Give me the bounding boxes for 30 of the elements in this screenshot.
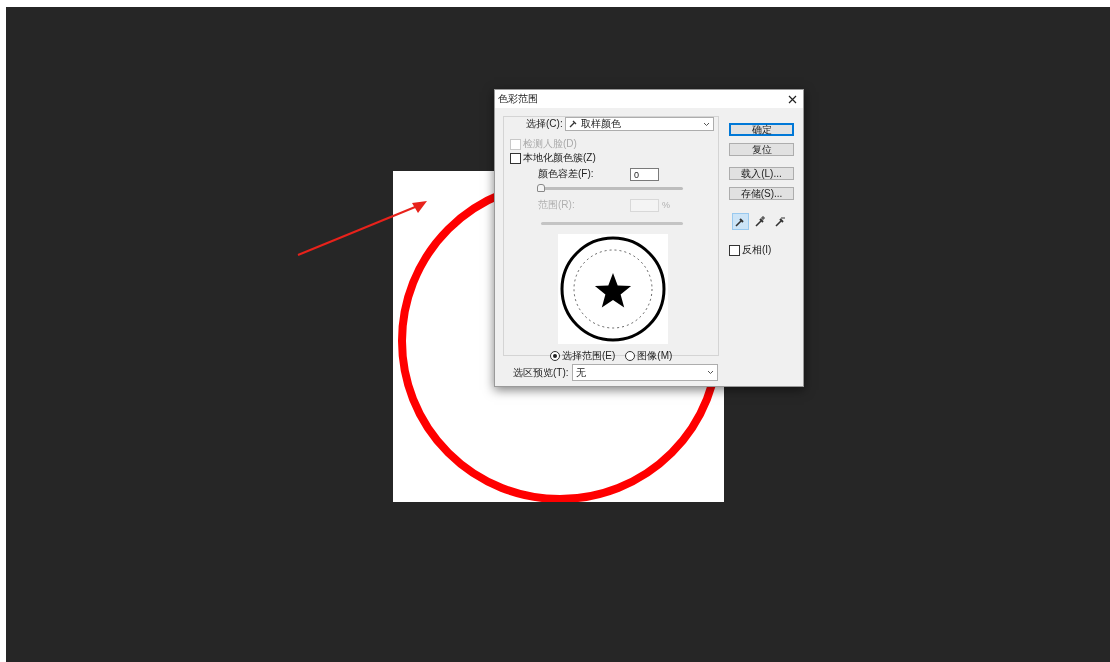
- percent-label: %: [662, 200, 670, 210]
- radio-button[interactable]: [625, 351, 636, 361]
- dialog-button[interactable]: 载入(L)...: [729, 167, 794, 180]
- dialog-button[interactable]: 确定: [729, 123, 794, 136]
- checkbox-label: 本地化颜色簇(Z): [523, 151, 596, 165]
- checkbox[interactable]: [729, 244, 740, 256]
- radio-label: 图像(M): [637, 349, 673, 363]
- radio-button[interactable]: [550, 351, 560, 361]
- select-label: 选择(C):: [526, 117, 563, 131]
- chevron-down-icon: [703, 121, 710, 127]
- slider-thumb[interactable]: [537, 184, 545, 192]
- eyedropper-tool[interactable]: [732, 213, 749, 230]
- eyedropper-icon: [774, 215, 787, 228]
- fuzziness-label: 颜色容差(F):: [538, 167, 595, 181]
- checkbox-label: 检测人脸(D): [523, 137, 577, 151]
- dialog-button[interactable]: 复位: [729, 143, 794, 156]
- eyedropper-icon: [568, 120, 577, 128]
- checkbox-label: 反相(I): [742, 243, 772, 257]
- close-icon[interactable]: [788, 94, 797, 104]
- selection-preview-label: 选区预览(T):: [513, 365, 569, 380]
- eyedropper-icon: [754, 215, 767, 228]
- dialog-title: 色彩范围: [498, 92, 538, 106]
- radio-label: 选择范围(E): [562, 349, 616, 363]
- selection-preview-dropdown[interactable]: 无: [571, 364, 718, 381]
- select-dropdown[interactable]: 取样颜色: [564, 117, 714, 131]
- fuzziness-input[interactable]: 0: [630, 167, 659, 181]
- range-label: 范围(R):: [538, 198, 576, 212]
- chevron-down-icon: [706, 370, 714, 375]
- dialog-button[interactable]: 存储(S)...: [729, 187, 794, 200]
- checkbox[interactable]: [510, 152, 521, 164]
